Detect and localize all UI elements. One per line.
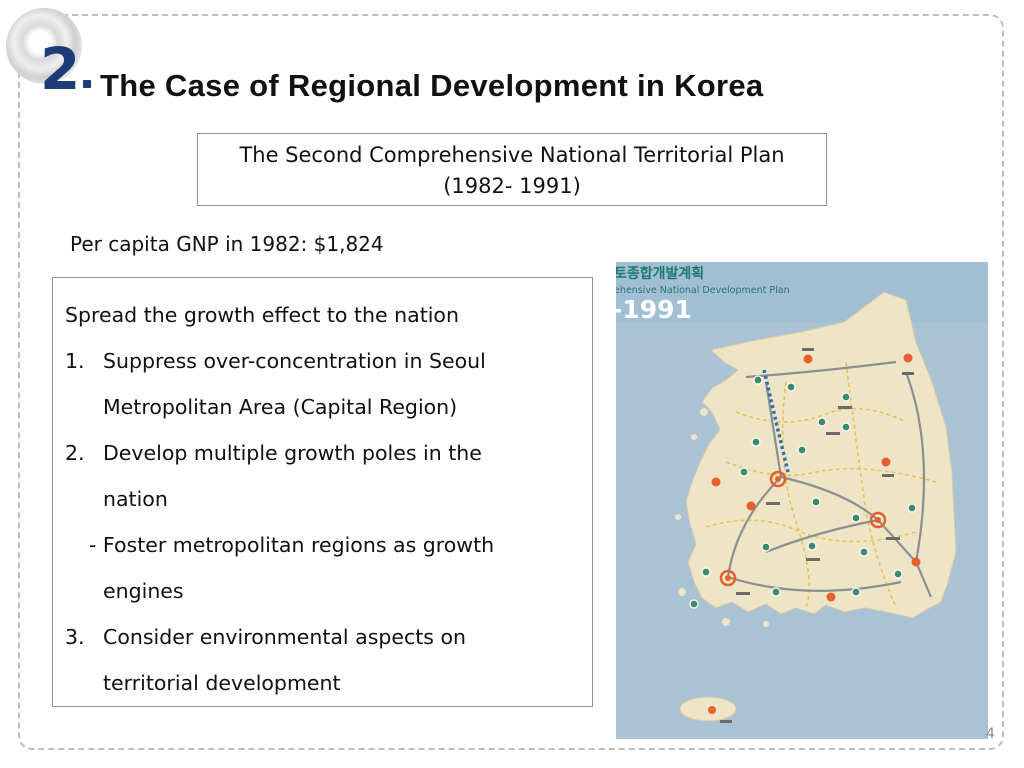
list-heading: Spread the growth effect to the nation bbox=[65, 303, 459, 327]
map-title-years: -1991 bbox=[616, 295, 692, 324]
city-node bbox=[811, 497, 821, 507]
city-node bbox=[807, 541, 817, 551]
growth-pole-marker bbox=[903, 353, 913, 363]
city-node bbox=[859, 547, 869, 557]
map-island bbox=[678, 588, 686, 596]
city-node bbox=[786, 382, 796, 392]
list-item: 1. Suppress over-concentration in Seoul bbox=[65, 338, 592, 384]
section-number-dot bbox=[83, 80, 91, 88]
growth-pole-marker bbox=[881, 457, 891, 467]
growth-pole-marker bbox=[803, 354, 813, 364]
growth-pole-marker bbox=[746, 501, 756, 511]
development-plan-map: 토종합개발계획 ehensive National Development Pl… bbox=[616, 262, 988, 739]
map-island bbox=[675, 514, 681, 520]
place-label-mark bbox=[720, 720, 732, 723]
list-item: 3. Consider environmental aspects on bbox=[65, 614, 592, 660]
list-item-continuation: nation bbox=[103, 487, 168, 511]
growth-pole-marker bbox=[711, 477, 721, 487]
section-number: 2 bbox=[40, 35, 80, 103]
growth-pole-marker bbox=[708, 706, 716, 714]
growth-pole-center bbox=[875, 517, 881, 523]
city-node bbox=[771, 587, 781, 597]
place-label-mark bbox=[882, 474, 894, 477]
place-label-mark bbox=[806, 558, 820, 561]
map-island bbox=[722, 618, 730, 626]
list-item-text: Suppress over-concentration in Seoul bbox=[103, 349, 486, 373]
page-number: 4 bbox=[986, 726, 995, 742]
city-node bbox=[907, 503, 917, 513]
plan-box: The Second Comprehensive National Territ… bbox=[197, 133, 827, 206]
list-item-number: 3. bbox=[65, 625, 85, 649]
policy-list-box: Spread the growth effect to the nation 1… bbox=[52, 277, 593, 707]
city-node bbox=[753, 375, 763, 385]
place-label-mark bbox=[838, 406, 852, 409]
place-label-mark bbox=[826, 432, 840, 435]
city-node bbox=[841, 422, 851, 432]
list-item-continuation: Metropolitan Area (Capital Region) bbox=[103, 395, 458, 419]
place-label-mark bbox=[802, 348, 814, 351]
list-item-text: Consider environmental aspects on bbox=[103, 625, 467, 649]
sub-item: - Foster metropolitan regions as growth bbox=[89, 533, 495, 557]
list-item: 2. Develop multiple growth poles in the bbox=[65, 430, 592, 476]
city-node bbox=[841, 392, 851, 402]
city-node bbox=[701, 567, 711, 577]
map-svg: 토종합개발계획 ehensive National Development Pl… bbox=[616, 262, 988, 739]
plan-title: The Second Comprehensive National Territ… bbox=[239, 143, 785, 167]
city-node bbox=[851, 513, 861, 523]
list-item-number: 1. bbox=[65, 349, 85, 373]
map-island bbox=[691, 434, 697, 440]
gnp-text: Per capita GNP in 1982: $1,824 bbox=[70, 232, 384, 256]
growth-pole-marker bbox=[911, 557, 921, 567]
plan-years: (1982- 1991) bbox=[443, 174, 581, 198]
city-node bbox=[893, 569, 903, 579]
city-node bbox=[689, 599, 699, 609]
place-label-mark bbox=[902, 372, 914, 375]
growth-pole-center bbox=[775, 476, 781, 482]
place-label-mark bbox=[886, 537, 900, 540]
list-item-number: 2. bbox=[65, 441, 85, 465]
list-item-continuation: territorial development bbox=[103, 671, 341, 695]
city-node bbox=[851, 587, 861, 597]
slide-title: The Case of Regional Development in Kore… bbox=[100, 68, 764, 103]
place-label-mark bbox=[736, 592, 750, 595]
city-node bbox=[739, 467, 749, 477]
city-node bbox=[797, 445, 807, 455]
city-node bbox=[761, 542, 771, 552]
map-title-korean: 토종합개발계획 bbox=[616, 265, 704, 282]
map-island bbox=[763, 621, 769, 627]
map-jeju bbox=[679, 696, 737, 722]
city-node bbox=[817, 417, 827, 427]
city-node bbox=[751, 437, 761, 447]
growth-pole-marker bbox=[826, 592, 836, 602]
list-item-text: Develop multiple growth poles in the bbox=[103, 441, 482, 465]
map-island bbox=[700, 408, 708, 416]
place-label-mark bbox=[766, 502, 780, 505]
sub-item-continuation: engines bbox=[103, 579, 184, 603]
growth-pole-center bbox=[725, 575, 731, 581]
